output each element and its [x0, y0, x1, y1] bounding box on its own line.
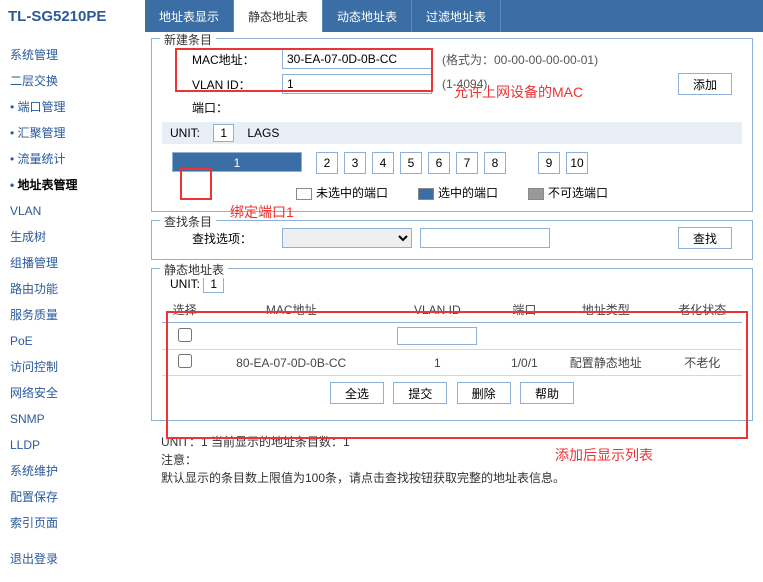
table-filter-row	[162, 323, 742, 350]
col-vlan: VLAN ID	[375, 297, 500, 323]
port-5[interactable]: 5	[400, 152, 422, 174]
sidebar-item-8[interactable]: 组播管理	[0, 250, 145, 276]
product-logo: TL-SG5210PE	[0, 8, 145, 25]
sidebar-item-14[interactable]: SNMP	[0, 406, 145, 432]
sidebar-item-7[interactable]: 生成树	[0, 224, 145, 250]
sidebar-item-1[interactable]: 二层交换	[0, 68, 145, 94]
port-selector: 12345678 9 10	[162, 152, 742, 174]
unit-label: UNIT:	[170, 126, 200, 140]
static-table-panel: 静态地址表 UNIT: 1 选择 MAC地址 VLAN ID 端口 地址类型 老…	[151, 268, 753, 421]
port-7[interactable]: 7	[456, 152, 478, 174]
main-content: 新建条目 MAC地址： (格式为：00-00-00-00-00-01) VLAN…	[145, 32, 763, 500]
table-legend: 静态地址表	[160, 261, 228, 278]
search-opt-label: 查找选项：	[192, 230, 282, 247]
delete-button[interactable]: 删除	[457, 382, 511, 404]
help-button[interactable]: 帮助	[520, 382, 574, 404]
tab-filter-address[interactable]: 过滤地址表	[412, 0, 501, 32]
static-address-table: 选择 MAC地址 VLAN ID 端口 地址类型 老化状态 80-EA-07-0…	[162, 297, 742, 376]
table-header-row: 选择 MAC地址 VLAN ID 端口 地址类型 老化状态	[162, 297, 742, 323]
unit-bar: UNIT: 1 LAGS	[162, 122, 742, 144]
search-legend: 查找条目	[160, 213, 216, 230]
sidebar-item-5[interactable]: 地址表管理	[0, 172, 145, 198]
col-mac: MAC地址	[207, 297, 374, 323]
footer-note: UNIT：1 当前显示的地址条目数：1 注意： 默认显示的条目数上限值为100条…	[151, 429, 753, 487]
legend-selected: 选中的端口	[418, 184, 498, 201]
port-3[interactable]: 3	[344, 152, 366, 174]
port-10[interactable]: 10	[566, 152, 588, 174]
port-label: 端口：	[192, 99, 282, 116]
vlan-label: VLAN ID：	[192, 76, 282, 93]
row-checkbox[interactable]	[178, 354, 192, 368]
tab-static-address[interactable]: 静态地址表	[234, 0, 323, 32]
col-type: 地址类型	[549, 297, 663, 323]
cell-mac: 80-EA-07-0D-0B-CC	[207, 350, 374, 376]
search-value-input[interactable]	[420, 228, 550, 248]
sidebar-item-15[interactable]: LLDP	[0, 432, 145, 458]
table-unit-label: UNIT:	[170, 277, 200, 291]
sidebar-item-3[interactable]: 汇聚管理	[0, 120, 145, 146]
submit-button[interactable]: 提交	[393, 382, 447, 404]
search-panel: 查找条目 查找选项： 查找	[151, 220, 753, 260]
cell-port: 1/0/1	[500, 350, 549, 376]
port-2[interactable]: 2	[316, 152, 338, 174]
col-select: 选择	[162, 297, 207, 323]
table-buttons: 全选 提交 删除 帮助	[162, 376, 742, 410]
sidebar-item-13[interactable]: 网络安全	[0, 380, 145, 406]
sidebar-item-17[interactable]: 配置保存	[0, 484, 145, 510]
add-button[interactable]: 添加	[678, 73, 732, 95]
cell-vlan: 1	[375, 350, 500, 376]
sidebar-item-12[interactable]: 访问控制	[0, 354, 145, 380]
search-select-1[interactable]	[282, 228, 412, 248]
sidebar-item-11[interactable]: PoE	[0, 328, 145, 354]
filter-checkbox[interactable]	[178, 328, 192, 342]
mac-label: MAC地址：	[192, 51, 282, 68]
vlan-hint: (1-4094)	[442, 77, 487, 91]
col-port: 端口	[500, 297, 549, 323]
sidebar-item-19[interactable]: 退出登录	[0, 546, 145, 572]
top-tabs: 地址表显示 静态地址表 动态地址表 过滤地址表	[145, 0, 763, 32]
port-4[interactable]: 4	[372, 152, 394, 174]
sidebar-item-6[interactable]: VLAN	[0, 198, 145, 224]
search-button[interactable]: 查找	[678, 227, 732, 249]
port-legend-row: 未选中的端口 选中的端口 不可选端口	[162, 184, 742, 201]
create-legend: 新建条目	[160, 32, 216, 48]
cell-type: 配置静态地址	[549, 350, 663, 376]
legend-unselected: 未选中的端口	[296, 184, 388, 201]
select-all-button[interactable]: 全选	[330, 382, 384, 404]
col-age: 老化状态	[663, 297, 743, 323]
mac-input[interactable]	[282, 49, 432, 69]
lags-label[interactable]: LAGS	[247, 126, 279, 140]
sidebar-item-2[interactable]: 端口管理	[0, 94, 145, 120]
port-6[interactable]: 6	[428, 152, 450, 174]
sidebar-item-4[interactable]: 流量统计	[0, 146, 145, 172]
tab-dynamic-address[interactable]: 动态地址表	[323, 0, 412, 32]
sidebar-item-16[interactable]: 系统维护	[0, 458, 145, 484]
sidebar-item-0[interactable]: 系统管理	[0, 42, 145, 68]
tab-address-display[interactable]: 地址表显示	[145, 0, 234, 32]
note-heading: 注意：	[161, 451, 753, 469]
legend-disabled: 不可选端口	[528, 184, 608, 201]
unit-value[interactable]: 1	[213, 124, 234, 142]
mac-hint: (格式为：00-00-00-00-00-01)	[442, 51, 598, 68]
cell-age: 不老化	[663, 350, 743, 376]
port-9[interactable]: 9	[538, 152, 560, 174]
note-unit: UNIT：1 当前显示的地址条目数：1	[161, 433, 753, 451]
table-row: 80-EA-07-0D-0B-CC 1 1/0/1 配置静态地址 不老化	[162, 350, 742, 376]
create-entry-panel: 新建条目 MAC地址： (格式为：00-00-00-00-00-01) VLAN…	[151, 38, 753, 212]
port-1[interactable]: 1	[172, 152, 302, 172]
sidebar-item-9[interactable]: 路由功能	[0, 276, 145, 302]
sidebar-item-18[interactable]: 索引页面	[0, 510, 145, 536]
sidebar-item-10[interactable]: 服务质量	[0, 302, 145, 328]
port-8[interactable]: 8	[484, 152, 506, 174]
vlan-input[interactable]	[282, 74, 432, 94]
note-text: 默认显示的条目数上限值为100条，请点击查找按钮获取完整的地址表信息。	[161, 469, 753, 487]
filter-vlan-input[interactable]	[397, 327, 477, 345]
